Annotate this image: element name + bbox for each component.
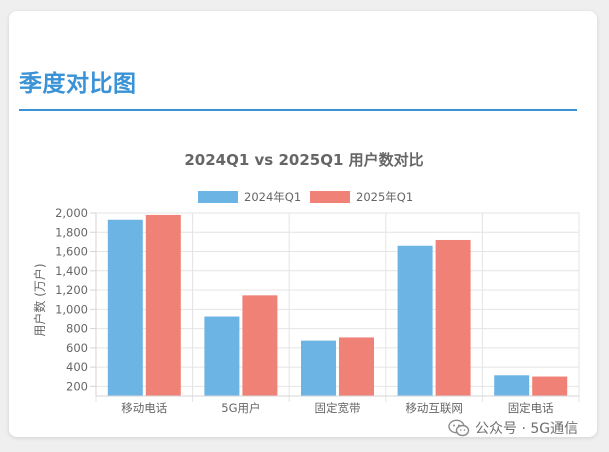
bar xyxy=(397,245,433,396)
watermark-text: 公众号 · 5G通信 xyxy=(475,421,579,437)
y-tick-label: 1,600 xyxy=(55,245,88,259)
x-tick-label: 移动互联网 xyxy=(405,401,463,415)
bar xyxy=(301,340,336,396)
legend-label: 2025年Q1 xyxy=(356,190,413,204)
bar xyxy=(435,239,471,396)
bar xyxy=(204,316,240,396)
y-axis-label: 用户数 (万户) xyxy=(32,263,47,336)
x-tick-label: 移动电话 xyxy=(121,401,167,415)
bar-chart: 2024Q1 vs 2025Q1 用户数对比 2024年Q1 2025年Q1 2,00… xyxy=(32,151,580,415)
y-tick-label: 1,800 xyxy=(55,225,88,239)
y-tick-label: 1,200 xyxy=(55,283,88,297)
x-tick-label: 固定宽带 xyxy=(315,401,361,415)
bar xyxy=(532,376,568,396)
y-tick-label: 2,000 xyxy=(55,206,88,220)
legend-swatch xyxy=(310,191,350,203)
bar xyxy=(107,219,143,396)
y-tick-label: 400 xyxy=(66,360,88,374)
y-tick-label: 1,400 xyxy=(55,264,88,278)
y-tick-label: 600 xyxy=(66,341,88,355)
y-tick-label: 1,000 xyxy=(55,302,88,316)
bar xyxy=(145,214,181,396)
bar xyxy=(494,375,530,396)
bar xyxy=(339,337,374,396)
bar xyxy=(242,295,278,396)
x-tick-label: 5G用户 xyxy=(221,401,260,415)
chart-title: 2024Q1 vs 2025Q1 用户数对比 xyxy=(184,151,423,169)
x-tick-label: 固定电话 xyxy=(508,401,554,415)
y-tick-label: 200 xyxy=(66,379,88,393)
watermark: 公众号 · 5G通信 xyxy=(448,417,578,439)
legend-swatch xyxy=(198,191,238,203)
legend-label: 2024年Q1 xyxy=(244,190,301,204)
y-tick-label: 800 xyxy=(66,322,88,336)
wechat-icon xyxy=(448,419,470,437)
